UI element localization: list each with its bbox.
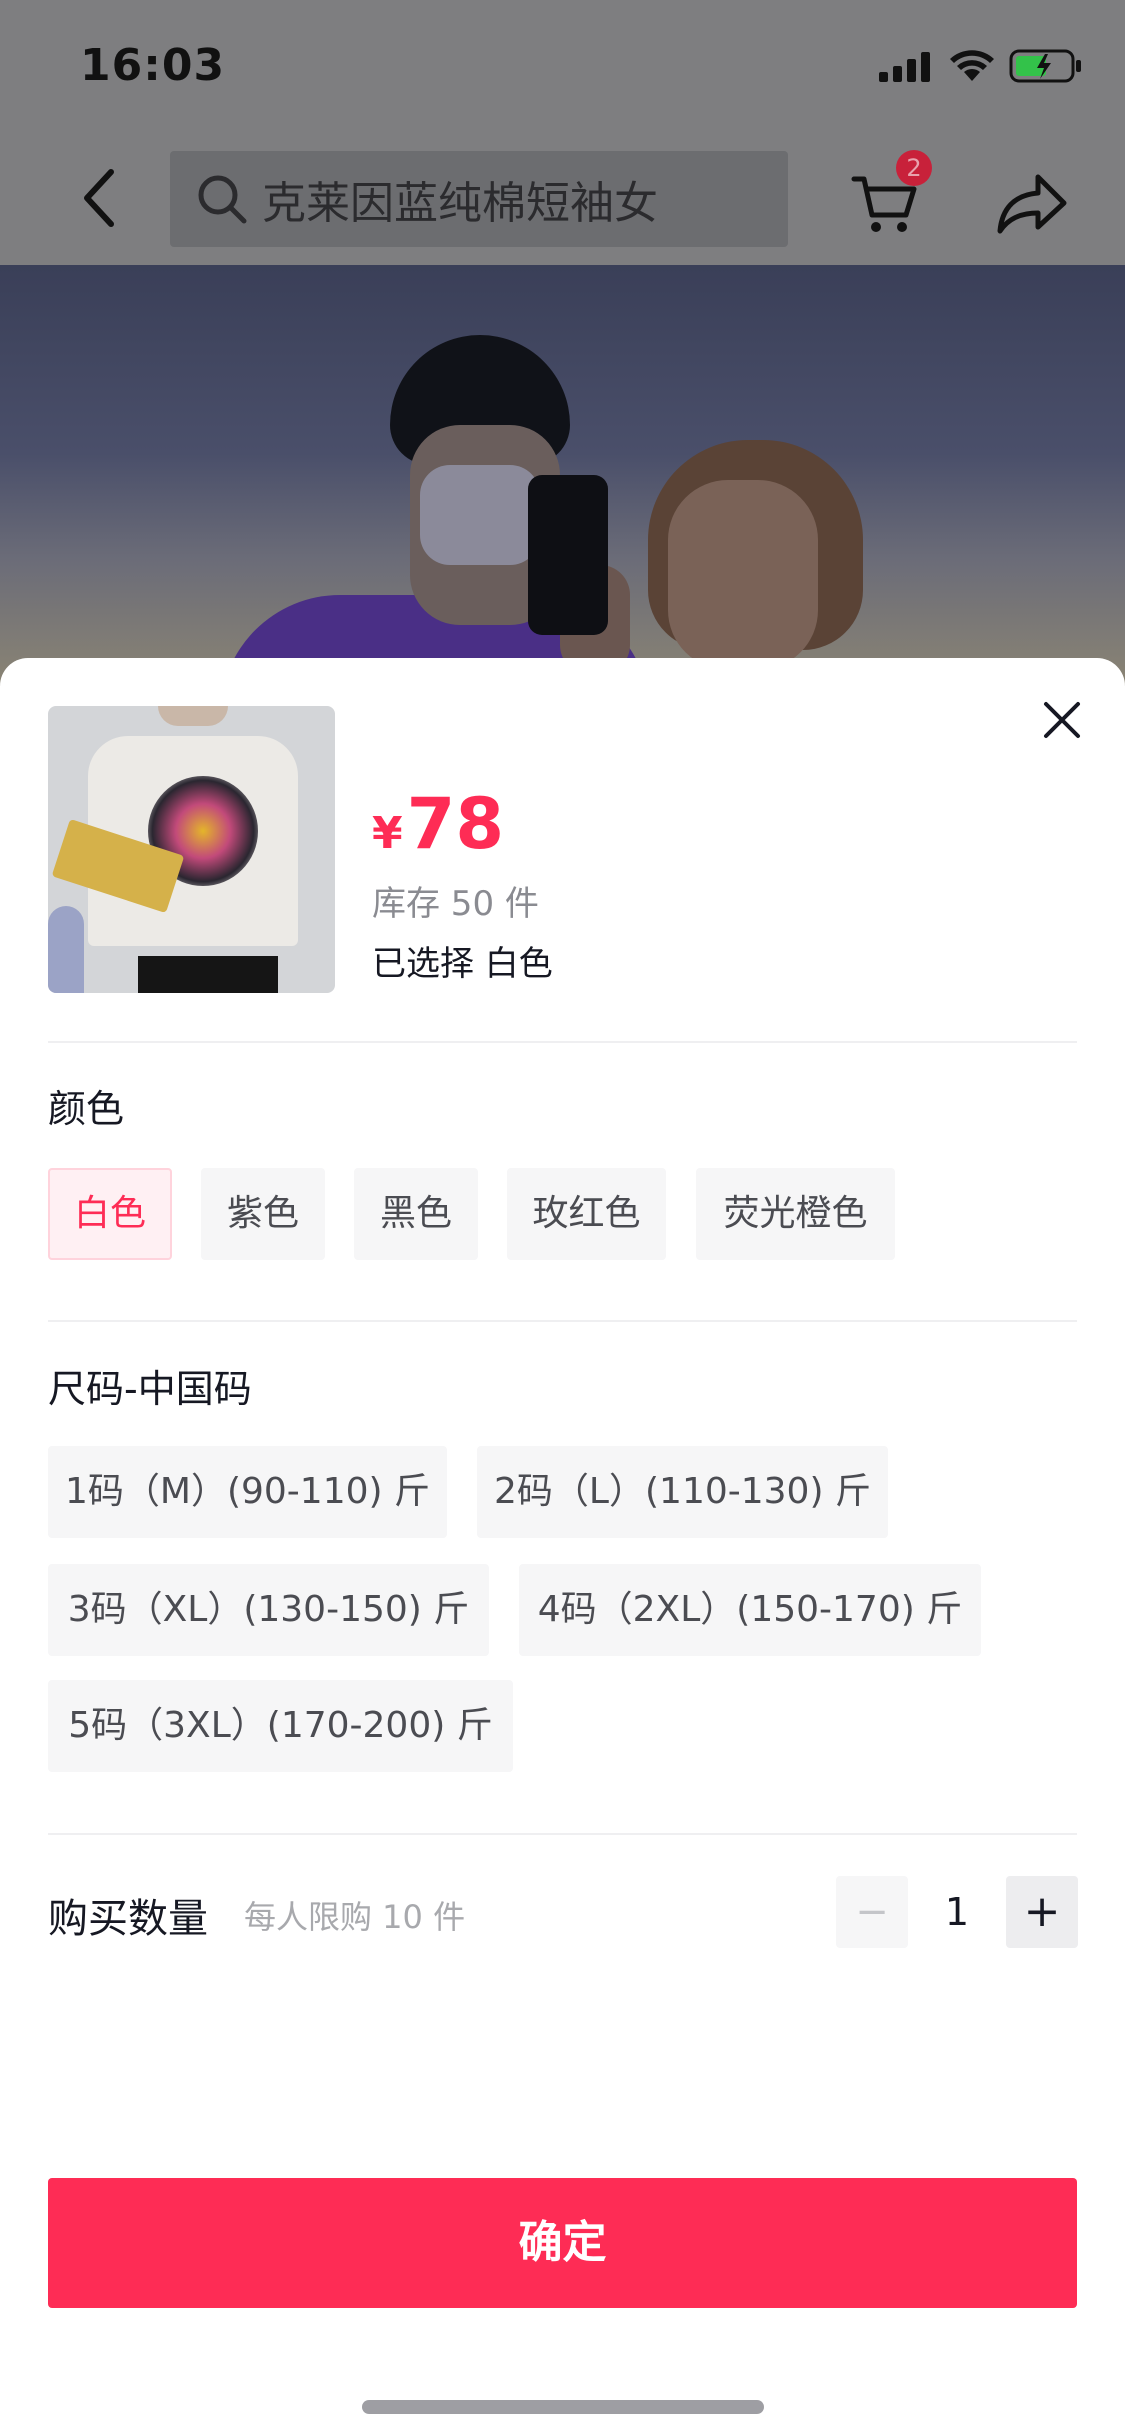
quantity-value[interactable]: 1: [908, 1876, 1006, 1948]
back-button[interactable]: [66, 165, 132, 231]
signal-icon: [879, 52, 930, 82]
size-option-3xl[interactable]: 5码（3XL）(170-200) 斤: [48, 1680, 513, 1772]
search-input[interactable]: 克莱因蓝纯棉短袖女: [170, 151, 788, 247]
product-thumbnail[interactable]: [48, 706, 335, 993]
product-hero-image: [0, 265, 1125, 685]
background-page: 16:03 克莱因蓝纯棉短袖女 2: [0, 0, 1125, 700]
cart-badge: 2: [896, 150, 932, 186]
divider: [48, 1833, 1077, 1835]
share-button[interactable]: [994, 165, 1070, 241]
price-currency: ¥: [372, 808, 403, 859]
quantity-limit-hint: 每人限购 10 件: [244, 1898, 466, 1936]
size-option-xl[interactable]: 3码（XL）(130-150) 斤: [48, 1564, 489, 1656]
search-text: 克莱因蓝纯棉短袖女: [262, 178, 658, 229]
nav-bar: 克莱因蓝纯棉短袖女: [0, 135, 1125, 265]
wifi-icon: [950, 50, 994, 81]
status-time: 16:03: [80, 40, 226, 91]
divider: [48, 1041, 1077, 1043]
chevron-left-icon: [84, 169, 114, 227]
quantity-decrease-button[interactable]: −: [836, 1876, 908, 1948]
quantity-increase-button[interactable]: +: [1006, 1876, 1078, 1948]
size-section-title: 尺码-中国码: [48, 1367, 252, 1411]
status-bar: 16:03: [0, 0, 1125, 135]
stock-text: 库存 50 件: [372, 884, 539, 924]
close-button[interactable]: [1040, 698, 1084, 742]
size-option-l[interactable]: 2码（L）(110-130) 斤: [477, 1446, 888, 1538]
status-icons: [879, 48, 1083, 84]
search-icon: [198, 175, 247, 224]
color-option-neon-orange[interactable]: 荧光橙色: [696, 1168, 895, 1260]
share-icon: [997, 174, 1067, 234]
home-indicator: [362, 2400, 764, 2414]
color-option-black[interactable]: 黑色: [354, 1168, 478, 1260]
sku-selection-sheet: ¥78 库存 50 件 已选择 白色 颜色 白色 紫色 黑色 玫红色 荧光橙色 …: [0, 658, 1125, 2436]
size-option-m[interactable]: 1码（M）(90-110) 斤: [48, 1446, 447, 1538]
color-option-white[interactable]: 白色: [48, 1168, 172, 1260]
size-option-2xl[interactable]: 4码（2XL）(150-170) 斤: [519, 1564, 981, 1656]
close-icon: [1044, 702, 1080, 738]
price-value: 78: [406, 783, 505, 865]
battery-icon: [1009, 49, 1081, 83]
quantity-label: 购买数量: [48, 1896, 208, 1942]
divider: [48, 1320, 1077, 1322]
color-option-rose-red[interactable]: 玫红色: [507, 1168, 666, 1260]
color-option-purple[interactable]: 紫色: [201, 1168, 325, 1260]
selected-variant-text: 已选择 白色: [372, 944, 553, 984]
color-section-title: 颜色: [48, 1087, 125, 1131]
confirm-button[interactable]: 确定: [48, 2178, 1077, 2308]
product-price: ¥78: [372, 783, 504, 865]
